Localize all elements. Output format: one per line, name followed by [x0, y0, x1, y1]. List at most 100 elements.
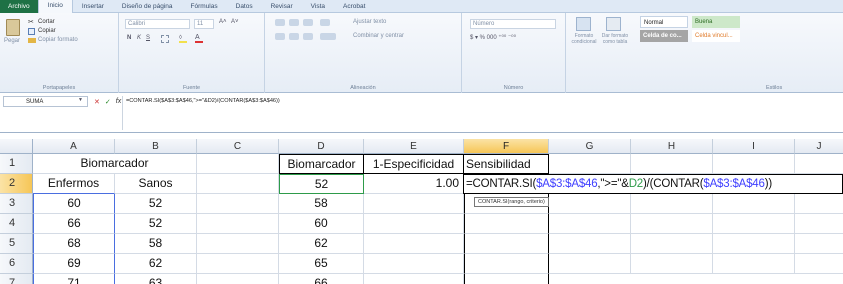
cell-j1[interactable]	[795, 154, 843, 174]
shrink-font-icon[interactable]: A˅	[231, 19, 239, 25]
column-header-e[interactable]: E	[364, 139, 464, 154]
insert-function-icon[interactable]: fx	[116, 98, 121, 105]
tab-review[interactable]: Revisar	[262, 0, 302, 13]
formula-input[interactable]: =CONTAR.SI($A$3:$A$46,">="&D2)/(CONTAR($…	[122, 96, 840, 130]
tab-page-layout[interactable]: Diseño de página	[113, 0, 182, 13]
row-header-4[interactable]: 4	[0, 214, 33, 234]
cell-e5[interactable]	[364, 234, 464, 254]
cell-b4[interactable]: 52	[115, 214, 197, 234]
column-header-d[interactable]: D	[279, 139, 364, 154]
tab-home[interactable]: Inicio	[37, 0, 73, 13]
cell-f7[interactable]	[464, 274, 549, 284]
borders-icon[interactable]	[161, 35, 169, 43]
tab-formulas[interactable]: Fórmulas	[182, 0, 227, 13]
name-box-dropdown-icon[interactable]: ▼	[78, 97, 83, 103]
cell-e1[interactable]: 1-Especificidad	[363, 154, 464, 174]
column-header-a[interactable]: A	[33, 139, 115, 154]
cell-h1[interactable]	[631, 154, 713, 174]
copy-icon[interactable]	[28, 28, 35, 35]
row-header-3[interactable]: 3	[0, 194, 33, 214]
orientation-icon[interactable]	[320, 19, 330, 26]
conditional-format-icon[interactable]	[576, 17, 591, 31]
italic-button[interactable]: K	[137, 35, 141, 41]
cell-f4[interactable]	[464, 214, 549, 234]
cell-c5[interactable]	[197, 234, 279, 254]
cell-h3[interactable]	[631, 194, 713, 214]
cell-e7[interactable]	[364, 274, 464, 284]
align-right-icon[interactable]	[303, 33, 313, 40]
format-painter-button[interactable]: Copiar formato	[38, 37, 78, 43]
cell-d2[interactable]: 52	[279, 174, 364, 194]
cell-d6[interactable]: 65	[279, 254, 364, 274]
column-header-f[interactable]: F	[464, 139, 549, 154]
cut-button[interactable]: Cortar	[38, 19, 55, 25]
cell-a2[interactable]: Enfermos	[33, 174, 115, 194]
name-box[interactable]: SUMA	[3, 96, 88, 107]
row-header-7[interactable]: 7	[0, 274, 33, 284]
scissors-icon[interactable]: ✂	[28, 18, 34, 26]
cell-c6[interactable]	[197, 254, 279, 274]
cell-d1[interactable]: Biomarcador	[279, 154, 364, 174]
cell-g3[interactable]	[549, 194, 631, 214]
cell-h6[interactable]	[631, 254, 713, 274]
cell-j3[interactable]	[795, 194, 843, 214]
cell-g1[interactable]	[549, 154, 631, 174]
font-size-select[interactable]: 11	[194, 19, 214, 29]
paste-icon[interactable]	[6, 19, 20, 36]
cell-d3[interactable]: 58	[279, 194, 364, 214]
cell-b3[interactable]: 52	[115, 194, 197, 214]
tab-acrobat[interactable]: Acrobat	[334, 0, 374, 13]
cell-f5[interactable]	[464, 234, 549, 254]
cell-i6[interactable]	[713, 254, 795, 274]
underline-button[interactable]: S	[146, 35, 150, 41]
cell-i4[interactable]	[713, 214, 795, 234]
cell-c4[interactable]	[197, 214, 279, 234]
cell-f1[interactable]: Sensibilidad	[463, 154, 549, 174]
cell-i3[interactable]	[713, 194, 795, 214]
tab-insert[interactable]: Insertar	[73, 0, 113, 13]
cell-d5[interactable]: 62	[279, 234, 364, 254]
column-header-j[interactable]: J	[795, 139, 843, 154]
enter-icon[interactable]: ✓	[105, 98, 111, 106]
paste-button[interactable]: Pegar	[4, 38, 20, 44]
bold-button[interactable]: N	[127, 35, 131, 41]
indent-icon[interactable]	[320, 33, 336, 40]
currency-icon[interactable]: $ ▾ % 000 ⁺⁰⁰ ⁻⁰⁰	[470, 34, 516, 41]
cell-g4[interactable]	[549, 214, 631, 234]
font-name-select[interactable]: Calibri	[125, 19, 190, 29]
cell-g6[interactable]	[549, 254, 631, 274]
cell-f2-editing[interactable]: =CONTAR.SI($A$3:$A$46,">="&D2)/(CONTAR($…	[463, 174, 843, 194]
row-header-6[interactable]: 6	[0, 254, 33, 274]
cell-a5[interactable]: 68	[33, 234, 115, 254]
select-all-corner[interactable]	[0, 139, 33, 154]
style-good[interactable]: Buena	[692, 16, 740, 28]
number-format-select[interactable]: Número	[470, 19, 556, 29]
column-header-h[interactable]: H	[631, 139, 713, 154]
cell-i5[interactable]	[713, 234, 795, 254]
style-linked[interactable]: Celda vincul...	[692, 30, 740, 42]
cancel-icon[interactable]: ✕	[94, 98, 100, 106]
align-middle-icon[interactable]	[289, 19, 299, 26]
style-calc[interactable]: Celda de co...	[640, 30, 688, 42]
conditional-format-button[interactable]: Formato condicional	[570, 33, 598, 45]
cell-b5[interactable]: 58	[115, 234, 197, 254]
column-header-b[interactable]: B	[115, 139, 197, 154]
cell-f6[interactable]	[464, 254, 549, 274]
cell-c7[interactable]	[197, 274, 279, 284]
cell-b7[interactable]: 63	[115, 274, 197, 284]
cell-a7[interactable]: 71	[33, 274, 115, 284]
cell-d4[interactable]: 60	[279, 214, 364, 234]
cell-j4[interactable]	[795, 214, 843, 234]
cell-c1[interactable]	[197, 154, 279, 174]
align-bottom-icon[interactable]	[303, 19, 313, 26]
grow-font-icon[interactable]: A˄	[219, 19, 227, 25]
wrap-text-button[interactable]: Ajustar texto	[353, 19, 386, 25]
column-header-c[interactable]: C	[197, 139, 279, 154]
fill-color-icon[interactable]: ◊	[179, 35, 187, 43]
font-color-icon[interactable]: A	[195, 34, 203, 43]
row-header-1[interactable]: 1	[0, 154, 33, 174]
tab-file[interactable]: Archivo	[0, 0, 38, 13]
cell-a3[interactable]: 60	[33, 194, 115, 214]
column-header-g[interactable]: G	[549, 139, 631, 154]
format-table-icon[interactable]	[606, 17, 621, 31]
